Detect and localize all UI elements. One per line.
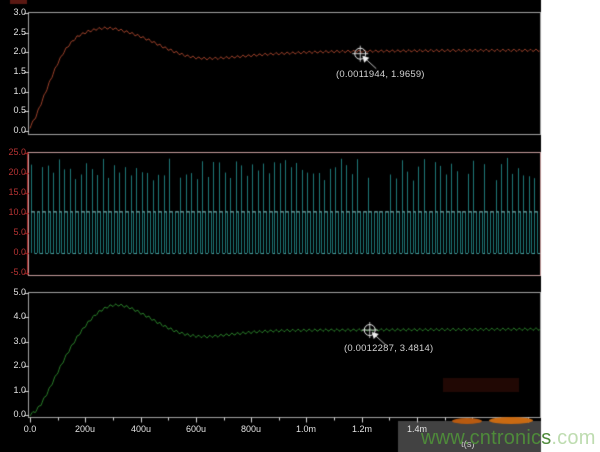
y-tick-label-plot3: 5.0	[0, 287, 26, 298]
x-tick-label: 200u	[68, 424, 102, 435]
watermark-text-over-white: .com	[551, 427, 595, 449]
cursor-readout-bottom: (0.0012287, 3.4814)	[344, 343, 433, 354]
y-tick-label-plot2: 5.0	[0, 227, 26, 238]
y-tick-label-plot1: 2.0	[0, 46, 26, 57]
x-tick-label: 1.0m	[289, 424, 323, 435]
y-tick-label-plot2: 25.0	[0, 147, 26, 158]
y-tick-label-plot1: 0.5	[0, 105, 26, 116]
y-tick-label-plot3: 4.0	[0, 311, 26, 322]
y-tick-label-plot3: 2.0	[0, 360, 26, 371]
y-tick-label-plot2: 0.0	[0, 247, 26, 258]
x-tick-label: 400u	[124, 424, 158, 435]
cursor-readout-top: (0.0011944, 1.9659)	[336, 69, 425, 80]
x-tick-label: 600u	[179, 424, 213, 435]
simulation-waveform-window: 3.0 2.5 2.0 1.5 1.0 0.5 0.0 25.0 20.0 15.0 10.0 5.0…	[0, 0, 600, 452]
y-tick-label-plot1: 3.0	[0, 7, 26, 18]
waveform-plots-canvas	[0, 0, 600, 452]
y-tick-label-plot3: 3.0	[0, 336, 26, 347]
y-tick-label-plot3: 0.0	[0, 409, 26, 420]
y-tick-label-plot2: 15.0	[0, 187, 26, 198]
y-tick-label-plot1: 1.5	[0, 66, 26, 77]
y-tick-label-plot1: 1.0	[0, 86, 26, 97]
y-tick-label-plot3: 1.0	[0, 385, 26, 396]
y-tick-label-plot1: 2.5	[0, 27, 26, 38]
x-tick-label: 0.0	[13, 424, 47, 435]
y-tick-label-plot2: 10.0	[0, 207, 26, 218]
y-tick-label-plot1: 0.0	[0, 125, 26, 136]
x-tick-label: 1.2m	[345, 424, 379, 435]
watermark-text-over-plot: www.cntronics	[421, 427, 551, 449]
x-tick-label: 800u	[234, 424, 268, 435]
y-tick-label-plot2: -5.0	[0, 267, 26, 278]
y-tick-label-plot2: 20.0	[0, 167, 26, 178]
watermark: www.cntronics.com	[421, 428, 596, 449]
